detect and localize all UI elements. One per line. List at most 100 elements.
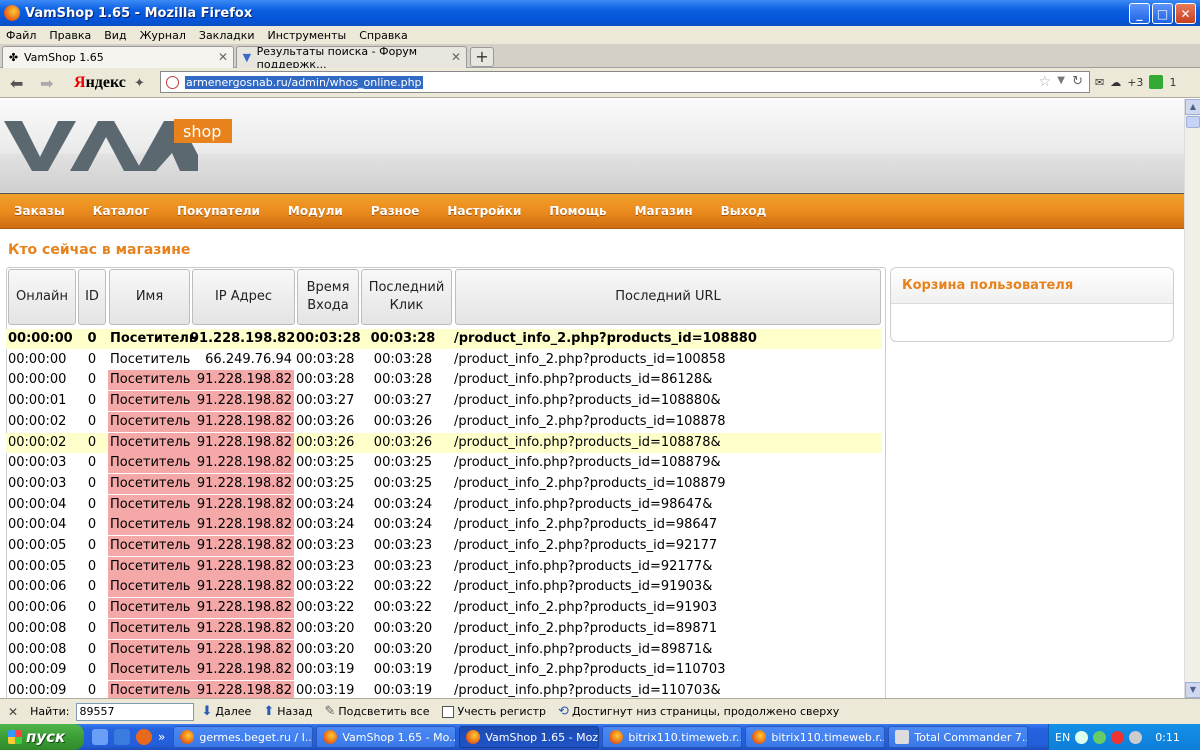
menu-help[interactable]: Справка [359, 29, 407, 42]
menu-file[interactable]: Файл [6, 29, 36, 42]
vamshop-logo[interactable]: shop [4, 113, 234, 173]
addon-icon[interactable] [1149, 75, 1164, 89]
tray-icon[interactable] [1093, 730, 1107, 744]
tab-close-icon[interactable]: ✕ [451, 50, 461, 64]
cell-last-click: 00:03:26 [373, 434, 433, 450]
scroll-up-icon[interactable]: ▲ [1185, 99, 1200, 115]
cell-online: 00:00:06 [8, 600, 67, 616]
back-arrow-icon[interactable]: ⬅ [10, 74, 23, 93]
col-header-ip[interactable]: IP Адрес [192, 269, 295, 325]
maximize-button[interactable]: □ [1152, 3, 1173, 24]
taskbar-item[interactable]: bitrix110.timeweb.r... [745, 726, 886, 748]
nav-modules[interactable]: Модули [288, 204, 343, 218]
nav-customers[interactable]: Покупатели [177, 204, 260, 218]
start-button[interactable]: пуск [0, 724, 84, 750]
scroll-thumb[interactable] [1186, 116, 1200, 128]
cell-id: 0 [87, 538, 97, 553]
reload-icon[interactable]: ↻ [1072, 74, 1083, 89]
nav-orders[interactable]: Заказы [14, 204, 65, 218]
nav-shop[interactable]: Магазин [635, 204, 693, 218]
menu-tools[interactable]: Инструменты [268, 29, 347, 42]
cell-last-click: 00:03:27 [373, 393, 433, 409]
scroll-down-icon[interactable]: ▼ [1185, 682, 1200, 698]
nav-misc[interactable]: Разное [371, 204, 420, 218]
cell-last-click: 00:03:24 [373, 496, 433, 512]
table-row: 00:00:04 0 Посетитель 91.228.198.82 00:03:24… [6, 494, 882, 515]
tab-forum-search[interactable]: ▼ Результаты поиска - Форум поддержк... … [236, 45, 467, 71]
cell-last-click: 00:03:28 [370, 331, 436, 346]
mail-icon[interactable]: ✉ [1095, 76, 1104, 89]
col-header-entry-time[interactable]: Время Входа [297, 269, 359, 325]
site-identity-icon[interactable] [166, 75, 179, 89]
menu-edit[interactable]: Правка [49, 29, 91, 42]
url-dropdown-icon[interactable]: ▼ [1057, 75, 1065, 86]
language-indicator[interactable]: EN [1055, 731, 1070, 744]
tab-vamshop[interactable]: ✤ VamShop 1.65 ✕ [2, 46, 234, 68]
bookmark-star-icon[interactable]: ☆ [1038, 74, 1051, 90]
cell-entry-time: 00:03:26 [296, 434, 355, 450]
tab-label: VamShop 1.65 [24, 51, 104, 64]
url-bar[interactable]: armenergosnab.ru/admin/whos_online.php ☆… [160, 71, 1090, 93]
quick-launch-more-icon[interactable]: » [158, 730, 165, 744]
col-header-id[interactable]: ID [78, 269, 106, 325]
menu-bookmarks[interactable]: Закладки [199, 29, 255, 42]
taskbar-item-active[interactable]: VamShop 1.65 - Moz... [459, 726, 600, 748]
firefox-quick-icon[interactable] [136, 729, 152, 745]
cell-entry-time: 00:03:28 [296, 351, 355, 367]
highlight-all-button[interactable]: ✎ Подсветить все [324, 704, 429, 719]
vamshop-favicon-icon: ✤ [8, 51, 19, 64]
vertical-scrollbar[interactable]: ▲ ▼ [1184, 99, 1200, 698]
nav-logout[interactable]: Выход [721, 204, 767, 218]
find-close-icon[interactable]: ✕ [8, 705, 18, 719]
col-header-online[interactable]: Онлайн [8, 269, 76, 325]
volume-icon[interactable] [1129, 730, 1143, 744]
cell-name: Посетитель [108, 680, 190, 698]
cell-last-url: /product_info_2.php?products_id=108880 [454, 331, 757, 346]
cell-id: 0 [87, 372, 97, 388]
cell-online: 00:00:08 [8, 641, 67, 657]
cell-last-url: /product_info_2.php?products_id=110703 [454, 662, 726, 678]
match-case-checkbox[interactable]: Учесть регистр [441, 705, 546, 718]
find-status: ⟲ Достигнут низ страницы, продолжено свер… [558, 704, 840, 719]
nav-help[interactable]: Помощь [549, 204, 606, 218]
ie-icon[interactable] [114, 729, 130, 745]
tray-icon[interactable] [1111, 730, 1125, 744]
cell-ip: 91.228.198.82 [190, 639, 294, 660]
cell-id: 0 [87, 662, 97, 678]
checkbox-icon [441, 705, 454, 718]
forward-arrow-icon[interactable]: ➡ [40, 74, 53, 93]
menu-history[interactable]: Журнал [140, 29, 186, 42]
taskbar-item[interactable]: VamShop 1.65 - Mo... [316, 726, 457, 748]
yandex-logo[interactable]: Яндекс [74, 74, 126, 92]
find-input[interactable] [75, 702, 194, 721]
tray-icon[interactable] [1075, 730, 1089, 744]
system-tray: EN 0:11 [1048, 724, 1200, 750]
close-button[interactable]: ✕ [1175, 3, 1196, 24]
cell-ip: 91.228.198.82 [190, 660, 294, 681]
minimize-button[interactable]: _ [1129, 3, 1150, 24]
desktop-icon[interactable] [92, 729, 108, 745]
url-text[interactable]: armenergosnab.ru/admin/whos_online.php [185, 75, 423, 89]
col-header-last-url[interactable]: Последний URL [455, 269, 881, 325]
cell-online: 00:00:09 [8, 682, 67, 698]
total-commander-icon [895, 730, 910, 744]
find-next-button[interactable]: ⬇ Далее [202, 704, 252, 719]
col-header-name[interactable]: Имя [109, 269, 190, 325]
find-prev-button[interactable]: ⬆ Назад [263, 704, 312, 719]
taskbar-item[interactable]: Total Commander 7.... [888, 726, 1029, 748]
cell-entry-time: 00:03:25 [296, 475, 355, 491]
col-header-last-click[interactable]: Последний Клик [361, 269, 452, 325]
menu-bar: Файл Правка Вид Журнал Закладки Инструме… [0, 26, 1200, 44]
menu-view[interactable]: Вид [104, 29, 126, 42]
tab-close-icon[interactable]: ✕ [218, 50, 228, 64]
weather-icon[interactable]: ☁ [1110, 76, 1121, 89]
taskbar-item[interactable]: bitrix110.timeweb.r... [602, 726, 743, 748]
nav-catalog[interactable]: Каталог [93, 204, 149, 218]
new-tab-button[interactable]: + [470, 47, 494, 67]
cell-entry-time: 00:03:23 [296, 558, 355, 574]
yandex-bar-icon[interactable]: ✦ [134, 76, 145, 91]
taskbar-item[interactable]: germes.beget.ru / I... [173, 726, 314, 748]
up-arrow-icon: ⬆ [263, 704, 275, 719]
nav-settings[interactable]: Настройки [447, 204, 521, 218]
cell-entry-time: 00:03:20 [296, 620, 355, 636]
